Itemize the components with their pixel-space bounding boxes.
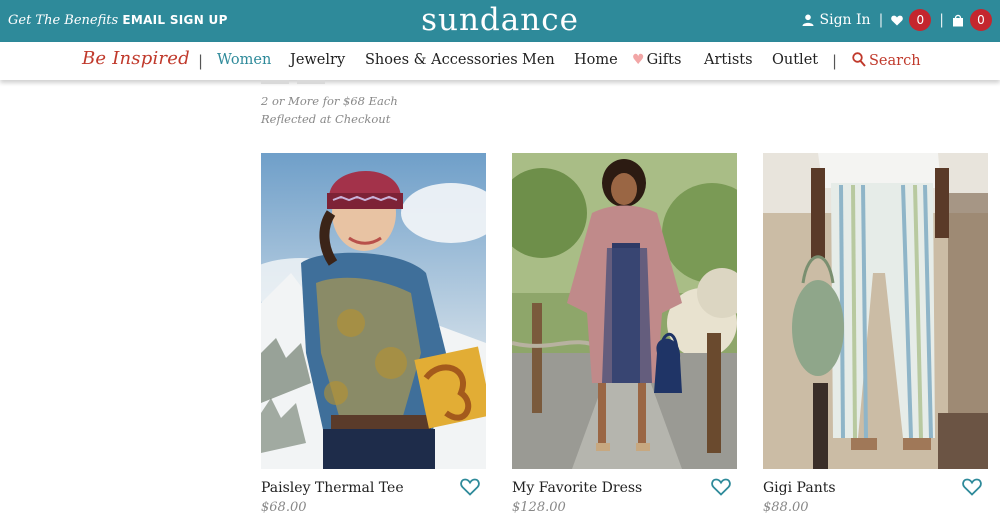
promo-note: 2 or More for $68 Each Reflected at Chec… — [261, 92, 398, 128]
cart-count-badge: 0 — [970, 9, 992, 31]
promo-note-line: Reflected at Checkout — [261, 112, 391, 126]
nav-item-shoes-accessories[interactable]: Shoes & Accessories — [365, 52, 518, 68]
product-photo — [512, 153, 737, 469]
wishlist-button[interactable]: 0 — [891, 9, 932, 31]
search-label: Search — [869, 53, 921, 69]
product-card: My Favorite Dress $128.00 — [512, 153, 737, 515]
nav-item-outlet[interactable]: Outlet — [772, 52, 818, 68]
swatch[interactable] — [261, 80, 289, 84]
search-icon — [852, 52, 866, 67]
sign-in-label: Sign In — [819, 12, 871, 28]
swatch[interactable] — [297, 80, 325, 84]
heart-icon — [891, 15, 904, 25]
be-inspired-link[interactable]: Be Inspired — [82, 48, 190, 69]
search-button[interactable]: Search — [852, 52, 921, 69]
nav-item-gifts-label: Gifts — [646, 52, 682, 68]
product-name[interactable]: Gigi Pants — [763, 480, 836, 496]
nav-item-jewelry[interactable]: Jewelry — [290, 52, 345, 68]
heart-icon[interactable] — [711, 478, 731, 496]
product-card: Paisley Thermal Tee $68.00 — [261, 153, 486, 515]
top-banner: Get The Benefits EMAIL SIGN UP sundance … — [0, 0, 1000, 42]
product-price: $88.00 — [763, 500, 809, 515]
user-icon — [802, 14, 814, 26]
product-price: $128.00 — [512, 500, 566, 515]
cart-button[interactable]: 0 — [952, 9, 992, 31]
product-name[interactable]: Paisley Thermal Tee — [261, 480, 404, 496]
utility-nav: Sign In | 0 | 0 — [802, 9, 992, 31]
nav-item-home[interactable]: Home — [574, 52, 618, 68]
promo-note-line: 2 or More for $68 Each — [261, 94, 398, 108]
nav-divider: | — [198, 52, 204, 70]
nav-item-women[interactable]: Women — [217, 52, 271, 68]
main-nav: Be Inspired | Women Jewelry Shoes & Acce… — [0, 42, 1000, 80]
nav-item-artists[interactable]: Artists — [704, 52, 753, 68]
product-name[interactable]: My Favorite Dress — [512, 480, 642, 496]
nav-item-gifts[interactable]: ♥ Gifts — [632, 52, 681, 68]
shopping-bag-icon — [953, 14, 963, 26]
heart-icon: ♥ — [632, 52, 645, 68]
separator: | — [878, 12, 884, 28]
product-card: Gigi Pants $88.00 — [763, 153, 988, 515]
product-price: $68.00 — [261, 500, 307, 515]
heart-icon[interactable] — [460, 478, 480, 496]
product-photo — [261, 153, 486, 469]
product-image[interactable] — [261, 153, 486, 469]
product-image[interactable] — [763, 153, 988, 469]
wishlist-count-badge: 0 — [909, 9, 932, 31]
separator: | — [939, 12, 944, 28]
product-photo — [763, 153, 988, 469]
nav-divider: | — [832, 52, 838, 70]
sign-in-link[interactable]: Sign In — [802, 12, 871, 28]
product-image[interactable] — [512, 153, 737, 469]
heart-icon[interactable] — [962, 478, 982, 496]
nav-item-men[interactable]: Men — [522, 52, 555, 68]
